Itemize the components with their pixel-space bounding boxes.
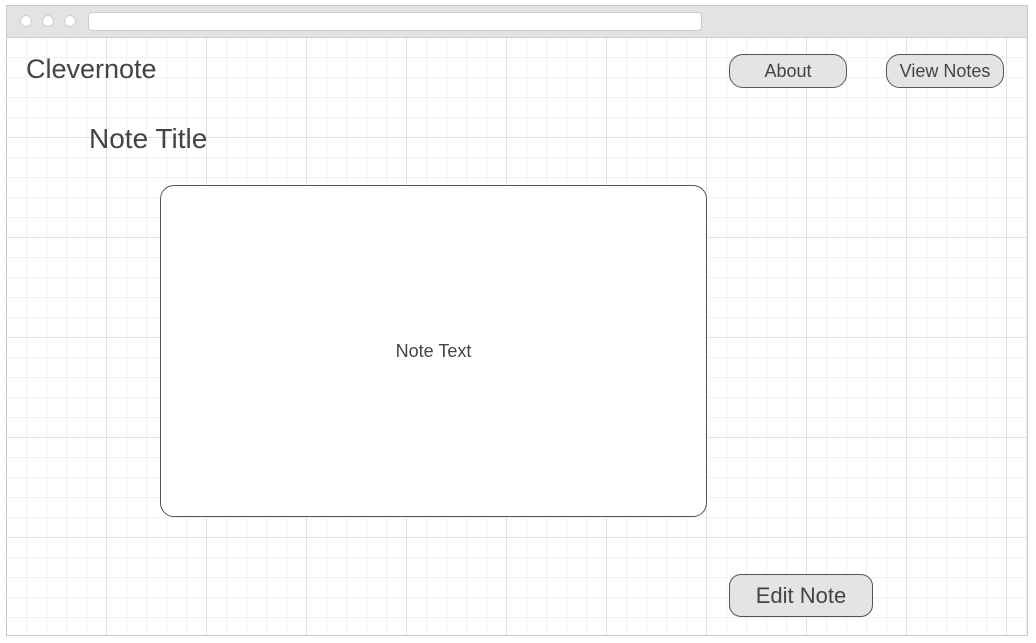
edit-note-button[interactable]: Edit Note <box>729 574 873 617</box>
page-canvas: Clevernote About View Notes Note Title N… <box>7 38 1027 635</box>
address-bar[interactable] <box>88 12 702 31</box>
about-button[interactable]: About <box>729 54 847 88</box>
note-text-box: Note Text <box>160 185 707 517</box>
note-text: Note Text <box>395 340 472 361</box>
brand-logo-text[interactable]: Clevernote <box>26 54 157 85</box>
minimize-window-icon[interactable] <box>42 15 54 27</box>
note-title: Note Title <box>89 123 208 154</box>
browser-window: Clevernote About View Notes Note Title N… <box>6 5 1028 636</box>
maximize-window-icon[interactable] <box>64 15 76 27</box>
browser-titlebar <box>7 6 1027 38</box>
close-window-icon[interactable] <box>20 15 32 27</box>
view-notes-button[interactable]: View Notes <box>886 54 1004 88</box>
